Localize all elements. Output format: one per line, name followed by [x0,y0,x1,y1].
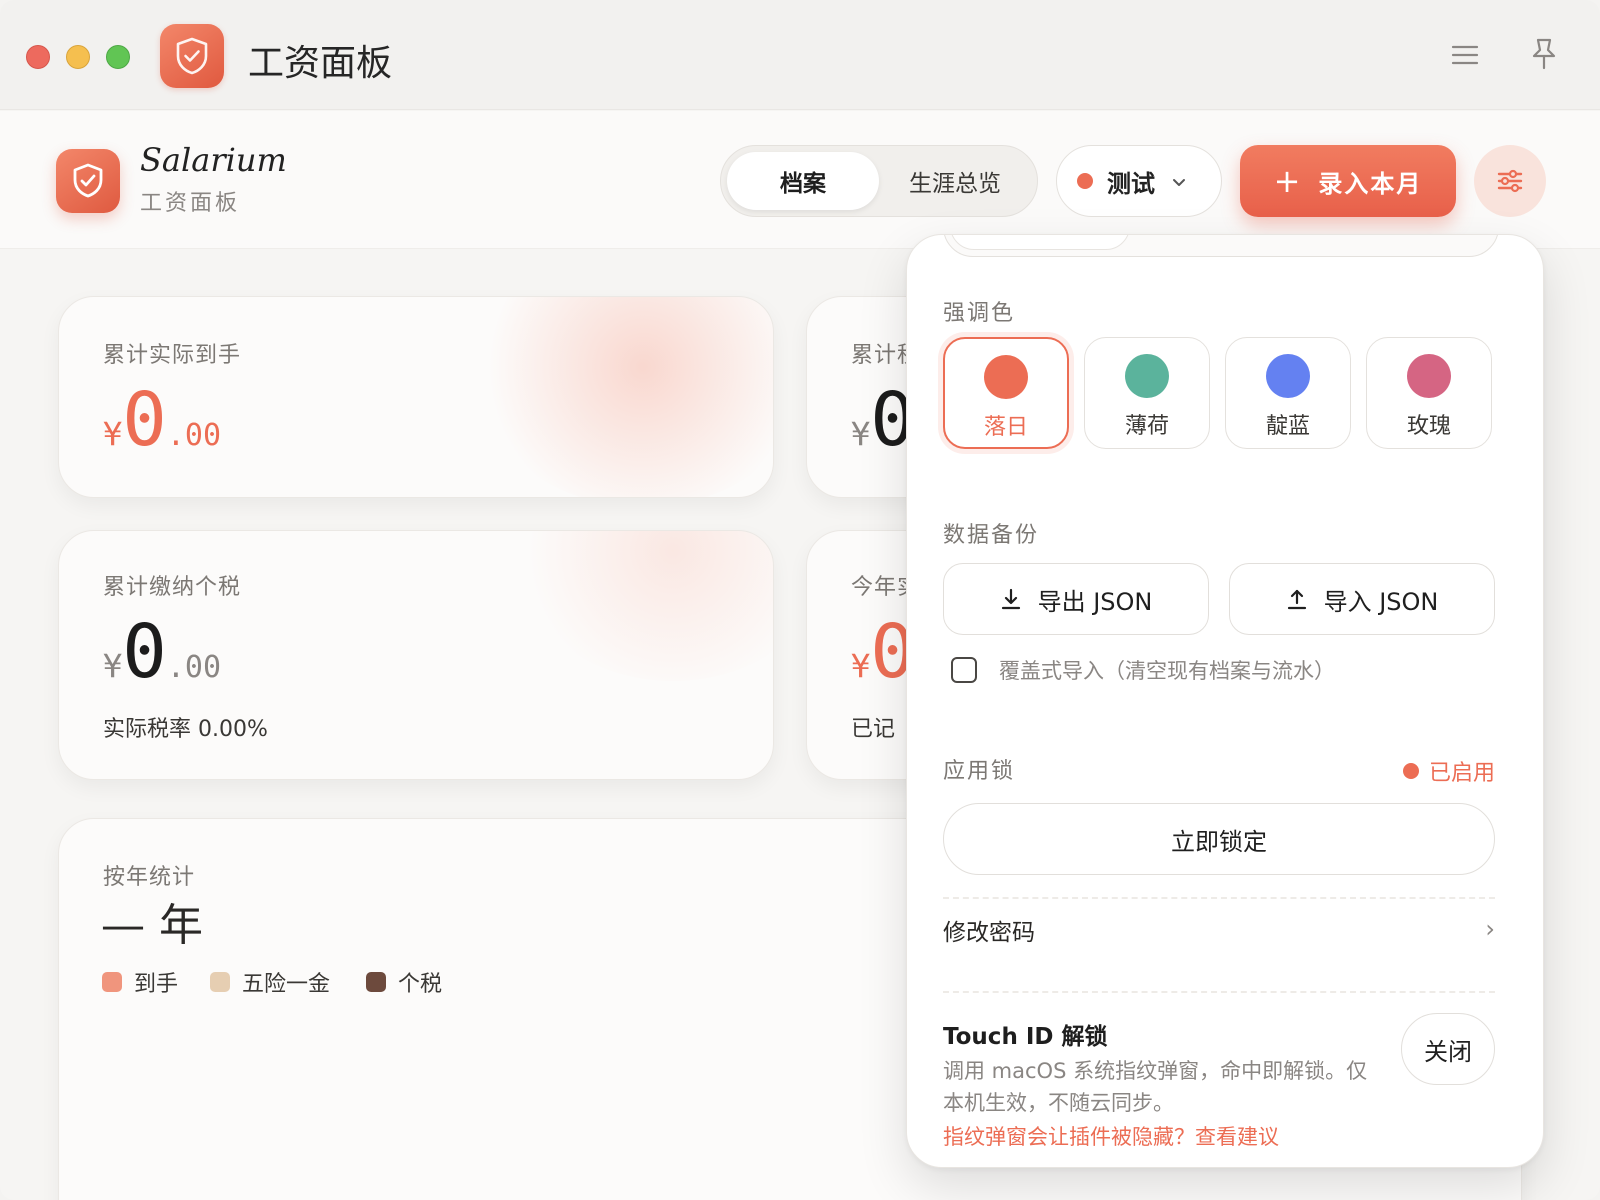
divider [943,897,1495,899]
legend-swatch [210,972,230,992]
view-tabs: 档案 生涯总览 [720,145,1038,217]
income-tax-amount: ¥0.00 [103,609,221,695]
card-glow [473,297,773,497]
upload-icon [1287,589,1306,610]
swatch-sunset[interactable]: 落日 [943,337,1069,449]
tab-profiles[interactable]: 档案 [727,152,879,210]
profile-name: 测试 [1107,169,1155,198]
divider [943,991,1495,993]
currency-symbol: ¥ [851,647,871,685]
app-lock-title: 应用锁 [943,759,1016,784]
sliders-icon [1497,169,1523,193]
add-month-button[interactable]: + 录入本月 [1240,145,1456,217]
amount-decimals: .00 [166,418,222,453]
card-label: 累计缴纳个税 [103,575,242,600]
net-income-amount: ¥0.00 [103,377,221,463]
swatch-label: 玫瑰 [1406,414,1451,439]
card-glow [513,531,773,681]
pin-icon[interactable] [1528,36,1560,72]
legend-swatch [366,972,386,992]
lock-now-button[interactable]: 立即锁定 [943,803,1495,875]
appearance-option-selected[interactable] [950,235,1130,250]
year-value: — 年 [101,900,203,951]
income-tax-card: 累计缴纳个税 ¥0.00 实际税率 0.00% [58,530,774,780]
brand-name: Salarium [140,141,287,179]
swatch-indigo[interactable]: 靛蓝 [1225,337,1351,449]
zoom-window-button[interactable] [106,45,130,69]
swatch-color [1266,354,1310,398]
settings-button[interactable] [1474,145,1546,217]
settings-popover: 强调色 落日 薄荷 靛蓝 玫瑰 数据备份 导出 JSON 导入 JSON 覆盖式… [906,234,1544,1168]
touch-id-help-link[interactable]: 指纹弹窗会让插件被隐藏？查看建议 [943,1121,1279,1151]
download-icon [1001,588,1020,610]
touch-id-title: Touch ID 解锁 [943,1024,1108,1050]
card-label: 按年统计 [103,865,196,890]
brand-subtitle: 工资面板 [140,191,241,216]
currency-symbol: ¥ [103,647,123,685]
export-json-label: 导出 JSON [1037,587,1153,616]
swatch-color [1407,354,1451,398]
net-income-card: 累计实际到手 ¥0.00 [58,296,774,498]
touch-id-description: 调用 macOS 系统指纹弹窗，命中即解锁。仅本机生效，不随云同步。 [943,1059,1368,1115]
import-json-label: 导入 JSON [1323,587,1439,616]
profile-selector[interactable]: 测试 [1056,145,1222,217]
appearance-segmented [943,235,1499,257]
swatch-label: 靛蓝 [1265,414,1310,439]
app-window: 工资面板 Salarium 工资面板 档案 生涯总览 测试 + 录入本月 累计实… [0,0,1600,1200]
amount-integer: 0 [122,609,167,695]
legend-swatch [102,972,122,992]
plus-icon: + [1273,162,1303,200]
close-window-button[interactable] [26,45,50,69]
export-json-button[interactable]: 导出 JSON [943,563,1209,635]
touch-id-toggle[interactable]: 关闭 [1401,1013,1495,1085]
overwrite-import-label: 覆盖式导入（清空现有档案与流水） [999,659,1335,683]
legend-label: 个税 [398,972,443,997]
status-dot [1402,763,1419,779]
chevron-down-icon [1171,167,1187,195]
legend-item-tax: 个税 [366,966,442,998]
minimize-window-button[interactable] [66,45,90,69]
lock-status-badge: 已启用 [1402,755,1495,787]
accent-title: 强调色 [943,301,1016,326]
tab-career-overview[interactable]: 生涯总览 [879,152,1031,210]
effective-tax-rate: 实际税率 0.00% [103,717,268,742]
swatch-label: 薄荷 [1124,414,1169,439]
recorded-note: 已记 [851,717,896,742]
window-title: 工资面板 [248,43,393,84]
import-json-button[interactable]: 导入 JSON [1229,563,1495,635]
swatch-color [1125,354,1169,398]
overwrite-import-checkbox[interactable] [951,657,977,683]
card-label: 累计实际到手 [103,343,242,368]
swatch-color [984,355,1028,399]
currency-symbol: ¥ [851,415,871,453]
swatch-label: 落日 [983,415,1028,440]
backup-title: 数据备份 [943,523,1040,548]
amount-decimals: .00 [166,650,222,685]
legend-label: 五险一金 [242,972,331,997]
app-logo-icon [160,24,224,88]
shield-check-icon [56,149,120,213]
lock-status-label: 已启用 [1428,761,1495,786]
legend-item-insurance: 五险一金 [210,966,330,998]
profile-dot [1077,173,1093,189]
menu-icon[interactable] [1450,40,1480,70]
add-month-label: 录入本月 [1318,169,1423,198]
app-header: Salarium 工资面板 档案 生涯总览 测试 + 录入本月 [0,111,1600,249]
change-password-row[interactable]: 修改密码 [943,913,1035,947]
swatch-mint[interactable]: 薄荷 [1084,337,1210,449]
swatch-rose[interactable]: 玫瑰 [1366,337,1492,449]
legend-label: 到手 [134,972,179,997]
currency-symbol: ¥ [103,415,123,453]
title-bar: 工资面板 [0,0,1600,110]
chevron-right-icon: › [1485,915,1495,943]
legend-item-net: 到手 [102,966,178,998]
amount-integer: 0 [122,377,167,463]
